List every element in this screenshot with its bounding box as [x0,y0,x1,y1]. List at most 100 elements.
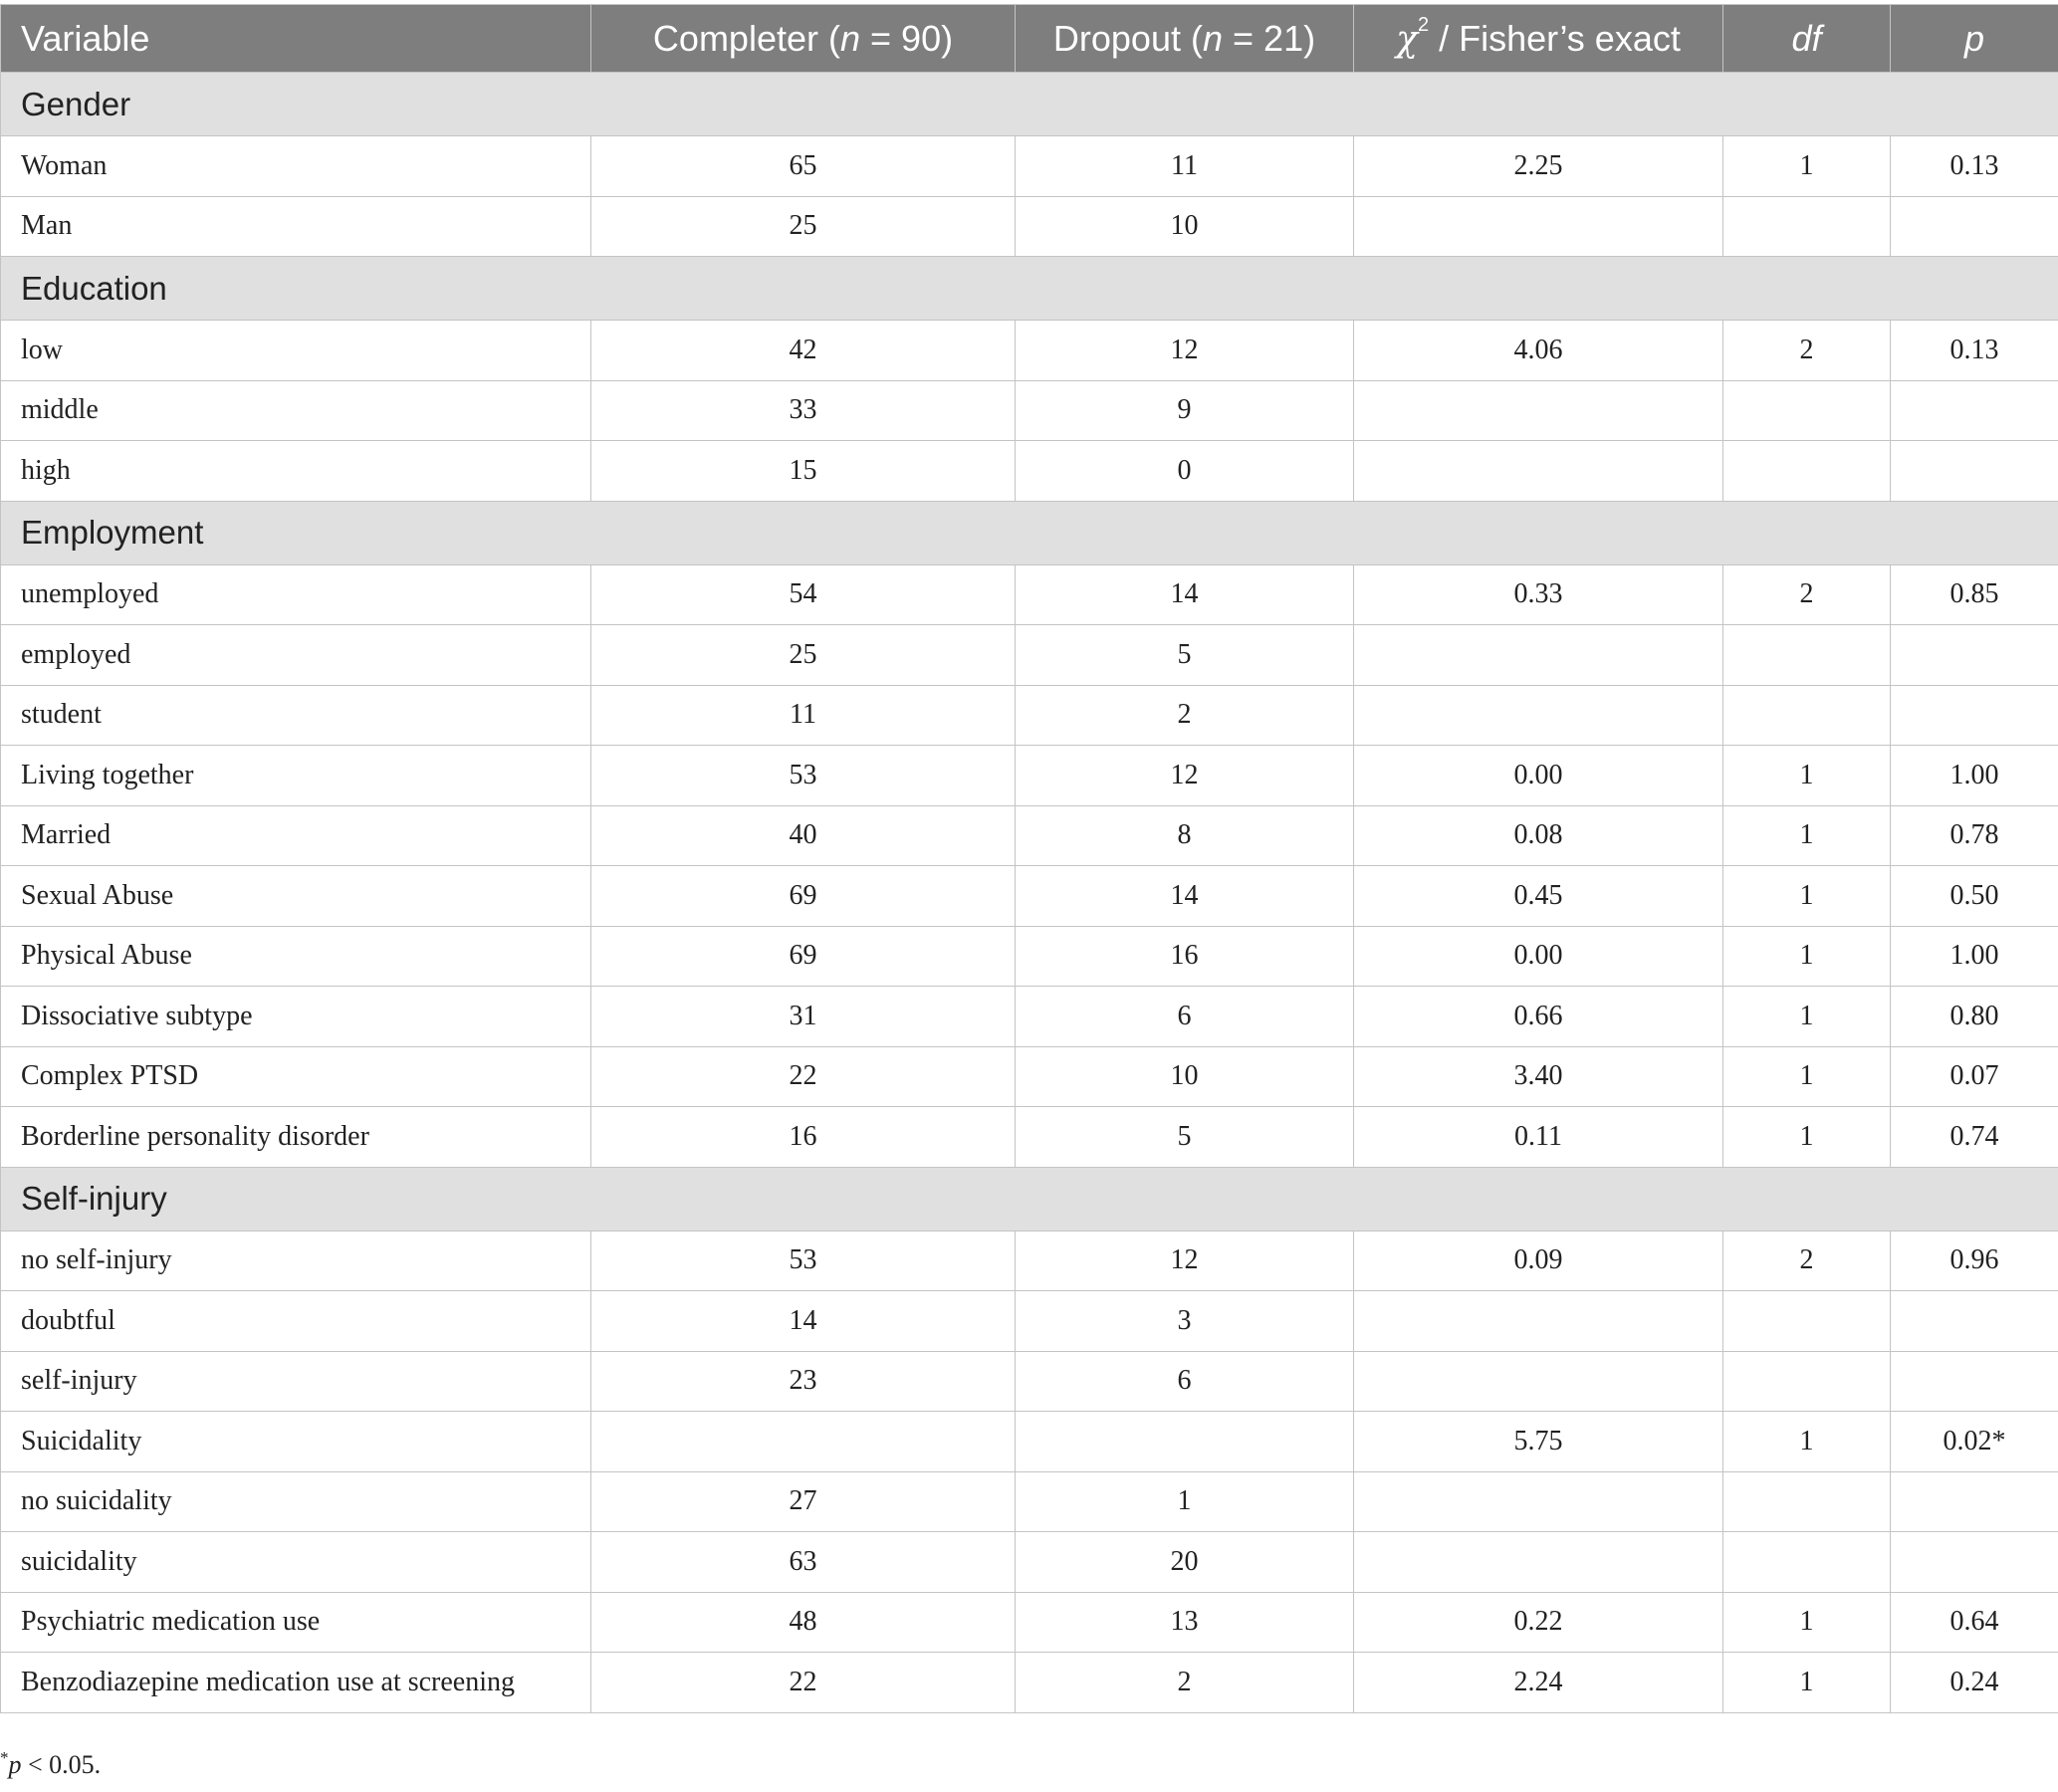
cell-chi-square: 0.11 [1353,1106,1723,1168]
cell-variable: Dissociative subtype [0,986,591,1047]
section-row: Employment [0,500,2058,565]
cell-dropout: 6 [1015,1350,1354,1412]
cell-p [1890,379,2058,441]
cell-dropout: 1 [1015,1470,1354,1532]
cell-completer: 11 [590,684,1016,746]
cell-chi-square: 0.45 [1353,865,1723,927]
cell-df [1722,624,1891,686]
cell-dropout: 2 [1015,1652,1354,1713]
cell-completer [590,1411,1016,1472]
cell-chi-square [1353,1290,1723,1352]
cell-p [1890,440,2058,502]
cell-p [1890,684,2058,746]
table-row: Sexual Abuse 69 14 0.45 1 0.50 [0,865,2058,927]
cell-completer: 63 [590,1531,1016,1593]
section-row: Self-injury [0,1166,2058,1232]
cell-variable: low [0,320,591,381]
cell-variable: Suicidality [0,1411,591,1472]
cell-completer: 54 [590,563,1016,625]
cell-variable: Psychiatric medication use [0,1591,591,1653]
table-row: Woman 65 11 2.25 1 0.13 [0,135,2058,197]
cell-df: 2 [1722,1230,1891,1291]
table-row: no self-injury 53 12 0.09 2 0.96 [0,1230,2058,1291]
table-row: Psychiatric medication use 48 13 0.22 1 0.64 [0,1591,2058,1653]
cell-dropout: 8 [1015,804,1354,866]
table-row: Complex PTSD 22 10 3.40 1 0.07 [0,1045,2058,1107]
cell-df: 1 [1722,1652,1891,1713]
cell-dropout: 12 [1015,745,1354,806]
cell-dropout: 14 [1015,563,1354,625]
cell-df: 1 [1722,986,1891,1047]
cell-p: 0.78 [1890,804,2058,866]
table-row: middle 33 9 [0,379,2058,441]
cell-variable: Benzodiazepine medication use at screeni… [0,1652,591,1713]
cell-chi-square: 0.66 [1353,986,1723,1047]
cell-chi-square [1353,440,1723,502]
cell-variable: Living together [0,745,591,806]
cell-chi-square: 0.09 [1353,1230,1723,1291]
cell-p [1890,1531,2058,1593]
cell-chi-square [1353,1470,1723,1532]
cell-p: 0.02* [1890,1411,2058,1472]
table-row: unemployed 54 14 0.33 2 0.85 [0,563,2058,625]
cell-p: 0.07 [1890,1045,2058,1107]
cell-dropout: 16 [1015,925,1354,987]
cell-dropout: 6 [1015,986,1354,1047]
cell-p: 0.74 [1890,1106,2058,1168]
cell-chi-square: 5.75 [1353,1411,1723,1472]
cell-df: 1 [1722,1591,1891,1653]
cell-completer: 25 [590,624,1016,686]
cell-dropout: 10 [1015,1045,1354,1107]
cell-dropout: 9 [1015,379,1354,441]
cell-completer: 69 [590,925,1016,987]
cell-completer: 53 [590,745,1016,806]
header-dropout: Dropout (n = 21) [1015,4,1354,73]
cell-chi-square: 0.08 [1353,804,1723,866]
cell-chi-square [1353,684,1723,746]
cell-completer: 65 [590,135,1016,197]
cell-p: 0.80 [1890,986,2058,1047]
table-row: suicidality 63 20 [0,1531,2058,1593]
cell-chi-square [1353,195,1723,257]
cell-p: 0.24 [1890,1652,2058,1713]
cell-variable: Complex PTSD [0,1045,591,1107]
cell-variable: middle [0,379,591,441]
cell-completer: 25 [590,195,1016,257]
cell-p: 0.85 [1890,563,2058,625]
cell-completer: 40 [590,804,1016,866]
cell-df [1722,684,1891,746]
cell-dropout: 3 [1015,1290,1354,1352]
table-row: Man 25 10 [0,195,2058,257]
table-body: Gender Woman 65 11 2.25 1 0.13 Man 25 10 Education… [0,72,2058,1713]
cell-variable: Sexual Abuse [0,865,591,927]
cell-variable: doubtful [0,1290,591,1352]
cell-chi-square: 0.00 [1353,745,1723,806]
cell-completer: 53 [590,1230,1016,1291]
section-label: Self-injury [0,1166,2058,1232]
cell-p: 1.00 [1890,925,2058,987]
cell-p [1890,1350,2058,1412]
table-row: employed 25 5 [0,624,2058,686]
cell-df: 1 [1722,804,1891,866]
cell-chi-square [1353,1531,1723,1593]
cell-chi-square [1353,624,1723,686]
cell-df [1722,1290,1891,1352]
cell-dropout: 5 [1015,1106,1354,1168]
header-chi-square: χ2 / Fisher’s exact [1353,4,1723,73]
table-header: Variable Completer (n = 90) Dropout (n =… [0,4,2058,73]
cell-p [1890,1470,2058,1532]
cell-dropout: 0 [1015,440,1354,502]
table-row: self-injury 23 6 [0,1350,2058,1412]
cell-dropout: 2 [1015,684,1354,746]
cell-completer: 69 [590,865,1016,927]
cell-chi-square [1353,379,1723,441]
cell-chi-square: 3.40 [1353,1045,1723,1107]
cell-completer: 27 [590,1470,1016,1532]
table-row: Suicidality 5.75 1 0.02* [0,1411,2058,1472]
cell-chi-square: 2.25 [1353,135,1723,197]
table-row: low 42 12 4.06 2 0.13 [0,320,2058,381]
section-label: Gender [0,72,2058,136]
table-row: doubtful 14 3 [0,1290,2058,1352]
cell-df [1722,379,1891,441]
cell-completer: 33 [590,379,1016,441]
